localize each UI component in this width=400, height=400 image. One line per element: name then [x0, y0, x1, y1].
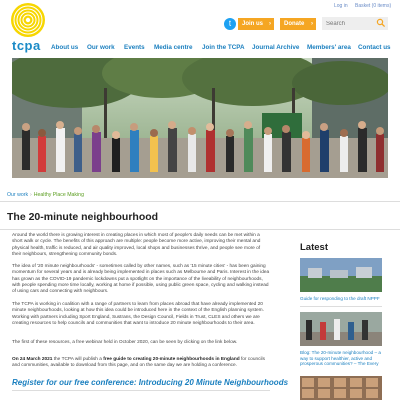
breadcrumb-our-work[interactable]: Our work — [7, 192, 28, 198]
register-conference-link[interactable]: Register for our free conference: Introd… — [12, 378, 288, 387]
divider — [0, 201, 400, 202]
search-icon[interactable] — [376, 18, 386, 28]
nav-media-centre[interactable]: Media centre — [154, 44, 193, 51]
article-paragraph-3: The TCPA is working in coalition with a … — [12, 302, 264, 326]
nav-members-area[interactable]: Members' area — [307, 44, 351, 51]
breadcrumb-healthy-place-making[interactable]: Healthy Place Making — [34, 192, 84, 198]
donate-label: Donate — [284, 21, 305, 27]
hero-street-photo — [12, 58, 388, 178]
latest-item-1-image[interactable] — [300, 258, 382, 292]
nav-journal-archive[interactable]: Journal Archive — [252, 44, 299, 51]
latest-item-3-image[interactable] — [300, 376, 382, 400]
latest-item-2-link[interactable]: Blog: The 20-minute neighbourhood – a wa… — [300, 350, 382, 367]
nav-join-the-tcpa[interactable]: Join the TCPA — [202, 44, 245, 51]
divider — [0, 229, 400, 230]
join-us-button[interactable]: Join us › — [238, 18, 274, 30]
nav-our-work[interactable]: Our work — [87, 44, 115, 51]
article-paragraph-2: The idea of '20 minute neighbourhoods' -… — [12, 264, 270, 295]
latest-item-2-image[interactable] — [300, 312, 382, 346]
login-link[interactable]: Log in — [334, 3, 348, 9]
page-title: The 20-minute neighbourhood — [7, 211, 159, 223]
chevron-right-icon: › — [311, 21, 313, 27]
article-paragraph-4: The first of these resources, a free web… — [12, 340, 238, 345]
twitter-icon[interactable]: t — [224, 18, 236, 30]
donate-button[interactable]: Donate › — [280, 18, 316, 30]
free-guide-text: free guide to creating 20-minute neighbo… — [103, 357, 240, 362]
breadcrumb-separator-icon: › — [30, 192, 32, 198]
top-bar: Log in Basket (0 items) t Join us › Donat… — [0, 0, 400, 40]
join-us-label: Join us — [242, 21, 264, 27]
latest-heading: Latest — [300, 242, 328, 253]
latest-item-1-link[interactable]: Guide for responding to the draft NPPF — [300, 296, 382, 302]
sun-spiral-logo-icon[interactable] — [10, 2, 46, 38]
article-paragraph-1: Around the world there is growing intere… — [12, 233, 261, 257]
chevron-right-icon: › — [269, 21, 271, 27]
basket-link[interactable]: Basket (0 items) — [355, 3, 391, 9]
nav-about-us[interactable]: About us — [51, 44, 78, 51]
brand-wordmark[interactable]: tcpa — [12, 38, 41, 53]
nav-events[interactable]: Events — [124, 44, 145, 51]
breadcrumb: Our work › Healthy Place Making — [7, 192, 84, 198]
article-paragraph-5: On 24 March 2021 the TCPA will publish a… — [12, 357, 270, 370]
conference-date: On 24 March 2021 — [12, 357, 53, 362]
divider — [12, 390, 270, 391]
divider — [300, 306, 382, 307]
nav-contact-us[interactable]: Contact us — [358, 44, 391, 51]
paragraph-5-text: the TCPA will publish a — [52, 357, 104, 362]
